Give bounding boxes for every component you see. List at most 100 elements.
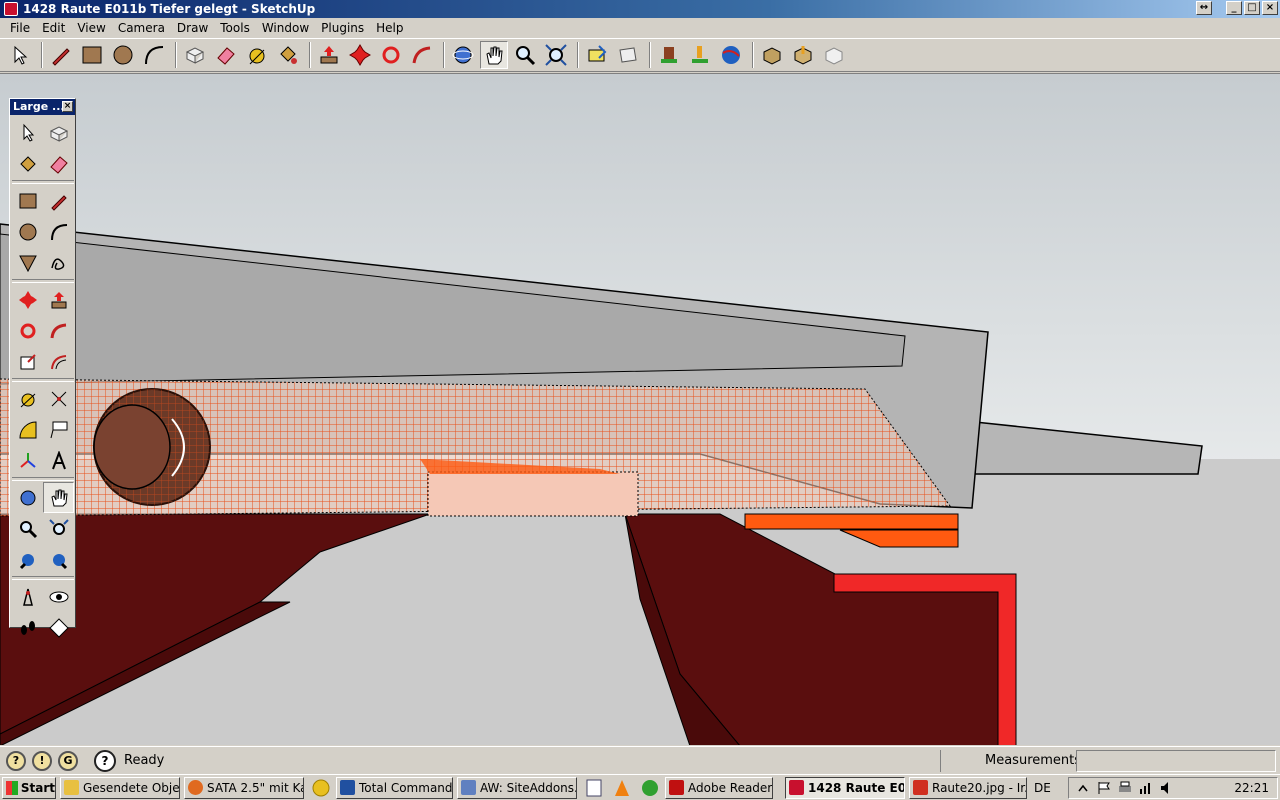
pal-scale[interactable] xyxy=(12,346,43,377)
task-adobe-reader[interactable]: Adobe Reader X xyxy=(665,776,773,799)
pal-zoom[interactable] xyxy=(12,513,43,544)
get-components-button[interactable] xyxy=(758,41,786,69)
share-model-button[interactable] xyxy=(686,41,714,69)
tape-measure-button[interactable] xyxy=(243,41,271,69)
pal-axes[interactable] xyxy=(12,445,43,476)
pal-tape-measure[interactable] xyxy=(12,383,43,414)
menu-tools[interactable]: Tools xyxy=(214,21,256,35)
task-total-commander[interactable]: Total Commande... xyxy=(336,776,453,799)
pal-previous[interactable] xyxy=(43,544,74,575)
pal-protractor[interactable] xyxy=(12,414,43,445)
select-tool-button[interactable] xyxy=(6,41,34,69)
pal-orbit[interactable] xyxy=(12,482,43,513)
get-models-button[interactable] xyxy=(655,41,683,69)
quicklaunch-green[interactable] xyxy=(639,777,661,799)
follow-me-button[interactable] xyxy=(408,41,436,69)
pal-look-around[interactable] xyxy=(43,581,74,612)
tray-chevron-icon[interactable] xyxy=(1076,781,1090,795)
model-viewport[interactable] xyxy=(0,73,1280,745)
paint-bucket-button[interactable] xyxy=(274,41,302,69)
pan-tool-button[interactable] xyxy=(480,41,508,69)
credits-icon[interactable]: ! xyxy=(32,750,52,771)
menu-draw[interactable]: Draw xyxy=(171,21,214,35)
pal-dimension[interactable] xyxy=(43,383,74,414)
menu-window[interactable]: Window xyxy=(256,21,315,35)
orbit-tool-button[interactable] xyxy=(449,41,477,69)
google-earth-button[interactable] xyxy=(717,41,745,69)
network-icon[interactable] xyxy=(1139,781,1153,795)
pal-freehand[interactable] xyxy=(43,247,74,278)
task-sketchup[interactable]: 1428 Raute E0... xyxy=(785,776,905,799)
arc-tool-button[interactable] xyxy=(140,41,168,69)
pal-eraser[interactable] xyxy=(43,148,74,179)
pal-pan[interactable] xyxy=(43,482,74,513)
maximize-button[interactable]: □ xyxy=(1244,1,1260,15)
pal-polygon[interactable] xyxy=(12,247,43,278)
pal-arc[interactable] xyxy=(43,216,74,247)
quicklaunch-icon[interactable] xyxy=(310,777,332,799)
position-camera-icon xyxy=(22,588,33,606)
pal-offset[interactable] xyxy=(43,346,74,377)
palette-title[interactable]: Large ... × xyxy=(10,99,75,115)
palette-close-button[interactable]: × xyxy=(62,101,73,112)
rectangle-tool-button[interactable] xyxy=(78,41,106,69)
quicklaunch-vlc[interactable] xyxy=(611,777,633,799)
geolocation-icon[interactable]: ? xyxy=(6,750,26,771)
minimize-button[interactable]: _ xyxy=(1226,1,1242,15)
task-firefox[interactable]: SATA 2.5" mit Ka... xyxy=(184,776,304,799)
start-button[interactable]: Start xyxy=(2,776,56,799)
user-icon[interactable]: G xyxy=(58,750,78,771)
menu-file[interactable]: File xyxy=(4,21,36,35)
pal-rectangle[interactable] xyxy=(12,185,43,216)
pal-push-pull[interactable] xyxy=(43,284,74,315)
pal-walk[interactable] xyxy=(12,612,43,643)
push-pull-button[interactable] xyxy=(315,41,343,69)
task-irfanview[interactable]: Raute20.jpg - Ir... xyxy=(909,776,1027,799)
close-button[interactable]: × xyxy=(1262,1,1278,15)
menu-help[interactable]: Help xyxy=(370,21,409,35)
task-outlook[interactable]: Gesendete Obje... xyxy=(60,776,180,799)
menu-edit[interactable]: Edit xyxy=(36,21,71,35)
pal-zoom-window[interactable] xyxy=(43,513,74,544)
help-icon[interactable]: ? xyxy=(94,749,116,772)
pal-pencil[interactable] xyxy=(43,185,74,216)
pal-move[interactable] xyxy=(12,284,43,315)
pal-make-component[interactable] xyxy=(43,117,74,148)
flag-icon[interactable] xyxy=(1097,781,1111,795)
make-component-button[interactable] xyxy=(181,41,209,69)
measurements-input[interactable] xyxy=(1076,750,1276,772)
pal-select[interactable] xyxy=(12,117,43,148)
menu-plugins[interactable]: Plugins xyxy=(315,21,370,35)
pal-circle[interactable] xyxy=(12,216,43,247)
volume-icon[interactable] xyxy=(1160,781,1174,795)
rotate-tool-button[interactable] xyxy=(377,41,405,69)
zoom-tool-button[interactable] xyxy=(511,41,539,69)
share-component-button[interactable] xyxy=(789,41,817,69)
eraser-tool-button[interactable] xyxy=(212,41,240,69)
task-email[interactable]: AW: SiteAddons.... xyxy=(457,776,577,799)
zoom-extents-button[interactable] xyxy=(542,41,570,69)
circle-tool-button[interactable] xyxy=(109,41,137,69)
restore-alt-button[interactable]: ↔ xyxy=(1196,1,1212,15)
clock[interactable]: 22:21 xyxy=(1234,781,1269,795)
pal-position-camera[interactable] xyxy=(12,581,43,612)
quicklaunch-doc[interactable] xyxy=(583,777,605,799)
task-label: Gesendete Obje... xyxy=(83,780,180,795)
previous-view-button[interactable] xyxy=(583,41,611,69)
pal-follow-me[interactable] xyxy=(43,315,74,346)
move-tool-button[interactable] xyxy=(346,41,374,69)
pal-rotate[interactable] xyxy=(12,315,43,346)
pal-3d-text[interactable] xyxy=(43,445,74,476)
pal-paint-bucket[interactable] xyxy=(12,148,43,179)
pal-text[interactable] xyxy=(43,414,74,445)
warehouse-button[interactable] xyxy=(820,41,848,69)
pencil-tool-button[interactable] xyxy=(47,41,75,69)
menu-camera[interactable]: Camera xyxy=(112,21,171,35)
menu-view[interactable]: View xyxy=(71,21,111,35)
rotate-icon xyxy=(382,46,400,64)
next-view-button[interactable] xyxy=(614,41,642,69)
printer-icon[interactable] xyxy=(1118,781,1132,795)
pal-zoom-extents[interactable] xyxy=(12,544,43,575)
pal-section-plane[interactable] xyxy=(43,612,74,643)
language-indicator[interactable]: DE xyxy=(1034,781,1051,795)
